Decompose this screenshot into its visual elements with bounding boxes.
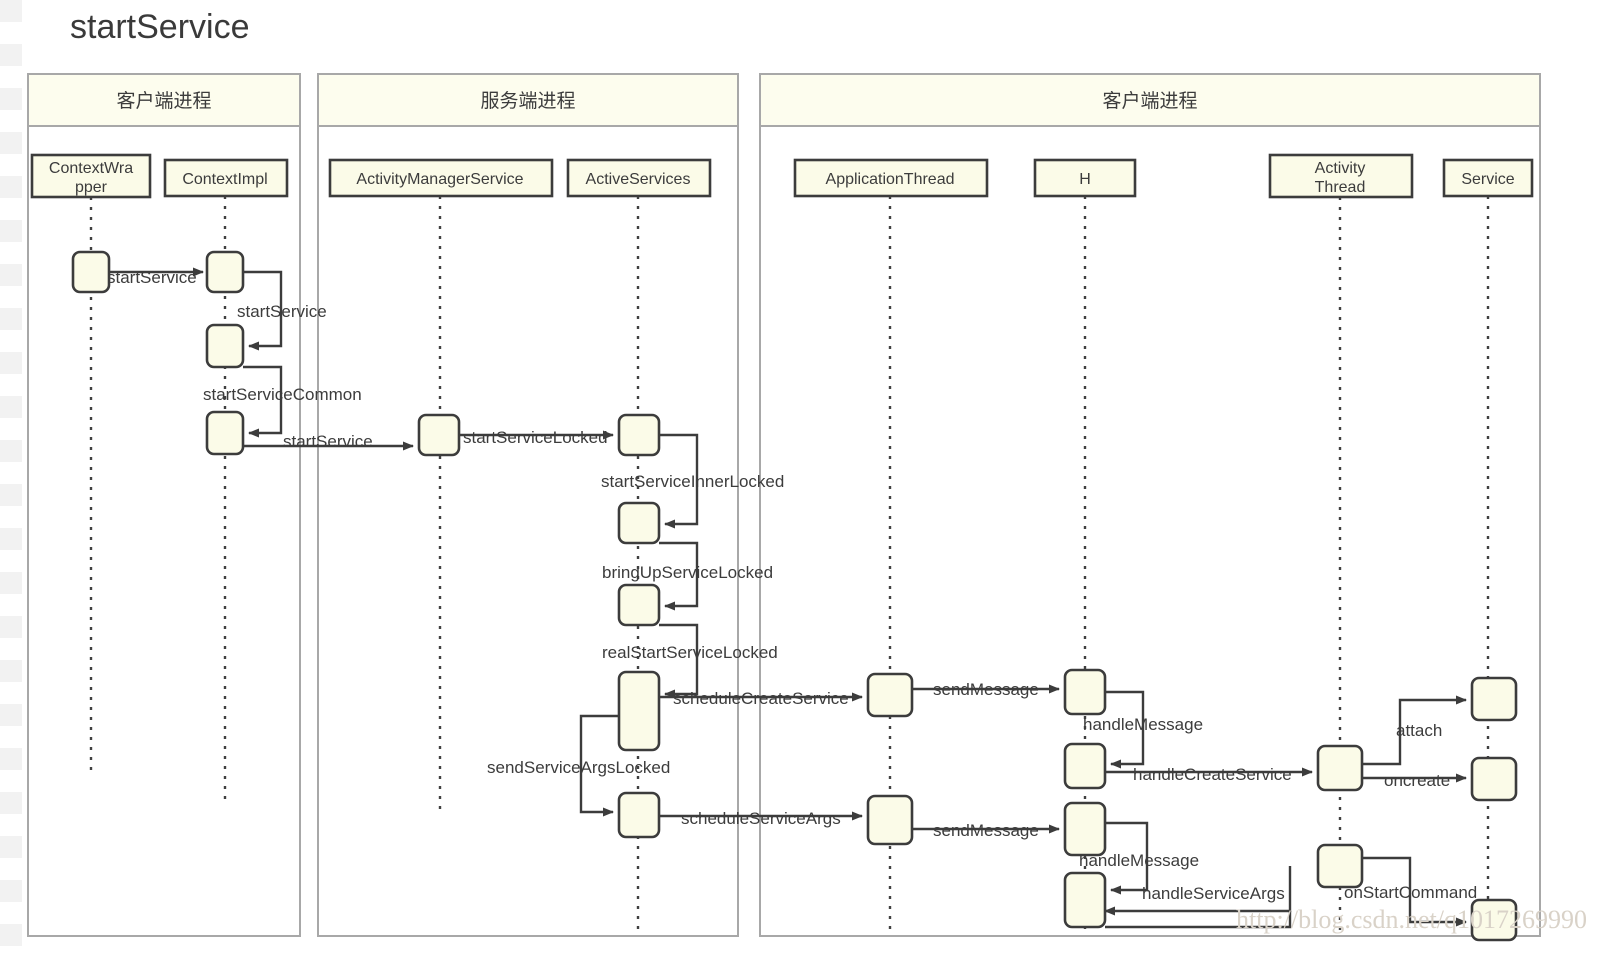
message-label-m11: handleMessage xyxy=(1083,715,1203,734)
lifeline-label-h: H xyxy=(1079,171,1091,188)
lifeline-label-service: Service xyxy=(1461,171,1514,188)
activation-act-activeservices-1[interactable] xyxy=(617,413,661,457)
sequence-diagram: 客户端进程 服务端进程 客户端进程 ContextWra pper ContextImp… xyxy=(27,73,1587,942)
message-label-m17: sendMessage xyxy=(933,821,1039,840)
frame-server: 服务端进程 xyxy=(317,73,739,937)
diagram-canvas: startService 客户端进程 服务端进程 客户端进程 ContextWra p… xyxy=(0,0,1601,966)
activation-act-appthread-1[interactable] xyxy=(866,672,914,718)
activation-act-service-2[interactable] xyxy=(1470,756,1518,802)
message-label-m14: oncreate xyxy=(1384,771,1450,790)
message-m5: startServiceLocked xyxy=(459,428,614,447)
message-label-m2: startService xyxy=(237,302,327,321)
frame-body-client-left xyxy=(27,73,301,937)
message-m17: sendMessage xyxy=(912,821,1060,840)
activation-act-activeservices-2[interactable] xyxy=(617,501,661,545)
frame-title-server: 服务端进程 xyxy=(480,90,575,112)
message-m9: scheduleCreateService xyxy=(659,689,863,708)
message-label-m3: startServiceCommon xyxy=(203,385,362,404)
lifeline-label-activeservices: ActiveServices xyxy=(586,171,691,188)
lifeline-label-activitymanagerservice: ActivityManagerService xyxy=(356,171,523,188)
message-m12: handleCreateService xyxy=(1105,765,1313,784)
lifeline-label-applicationthread: ApplicationThread xyxy=(826,171,955,188)
message-label-m12: handleCreateService xyxy=(1133,765,1292,784)
activation-act-activitythread-2[interactable] xyxy=(1316,843,1364,889)
lifeline-label-activitythread: Activity xyxy=(1315,160,1366,177)
message-label-m1: startService xyxy=(107,268,197,287)
lifeline-label-activitythread: Thread xyxy=(1315,179,1366,196)
lifeline-label-contextimpl: ContextImpl xyxy=(182,171,267,188)
activation-act-activeservices-4[interactable] xyxy=(617,670,661,752)
activation-act-h-4[interactable] xyxy=(1063,871,1107,929)
message-label-m16: scheduleServiceArgs xyxy=(681,809,841,828)
activation-act-h-3[interactable] xyxy=(1063,801,1107,857)
message-label-m6: startServiceInnerLocked xyxy=(601,472,784,491)
message-label-m9: scheduleCreateService xyxy=(673,689,849,708)
activation-act-activitythread-1[interactable] xyxy=(1316,744,1364,792)
frames-layer: 客户端进程 服务端进程 客户端进程 xyxy=(27,73,1541,937)
activation-act-contextwrapper-1[interactable] xyxy=(71,250,111,294)
lifeline-label-contextwrapper: ContextWra xyxy=(49,160,133,177)
frame-body-server xyxy=(317,73,739,937)
activation-act-contextimpl-3[interactable] xyxy=(205,410,245,456)
activation-act-h-2[interactable] xyxy=(1063,742,1107,790)
activation-act-h-1[interactable] xyxy=(1063,668,1107,716)
watermark: http://blog.csdn.net/q1017269990 xyxy=(1236,905,1587,934)
message-label-m4: startService xyxy=(283,432,373,451)
message-label-m10: sendMessage xyxy=(933,680,1039,699)
activation-act-activeservices-5[interactable] xyxy=(617,791,661,839)
frame-title-client-left: 客户端进程 xyxy=(116,90,211,112)
message-label-m15: sendServiceArgsLocked xyxy=(487,758,670,777)
message-m10: sendMessage xyxy=(912,680,1060,699)
message-label-m13: attach xyxy=(1396,721,1442,740)
activation-act-contextimpl-1[interactable] xyxy=(205,250,245,294)
message-label-m8: realStartServiceLocked xyxy=(602,643,778,662)
message-label-m7: bringUpServiceLocked xyxy=(602,563,773,582)
page-title: startService xyxy=(70,8,250,46)
activation-act-appthread-2[interactable] xyxy=(866,794,914,846)
message-label-m19: handleServiceArgs xyxy=(1142,884,1285,903)
activation-act-ams-1[interactable] xyxy=(417,413,461,457)
message-m16: scheduleServiceArgs xyxy=(659,809,863,828)
lifeline-label-contextwrapper: pper xyxy=(75,179,108,196)
activation-act-service-1[interactable] xyxy=(1470,676,1518,722)
frame-client-left: 客户端进程 xyxy=(27,73,301,937)
activation-act-contextimpl-2[interactable] xyxy=(205,323,245,369)
activation-act-activeservices-3[interactable] xyxy=(617,583,661,627)
frame-title-client-right: 客户端进程 xyxy=(1102,90,1197,112)
message-m1: startService xyxy=(107,267,204,287)
message-label-m20: onStartCommand xyxy=(1344,883,1477,902)
message-label-m5: startServiceLocked xyxy=(463,428,608,447)
